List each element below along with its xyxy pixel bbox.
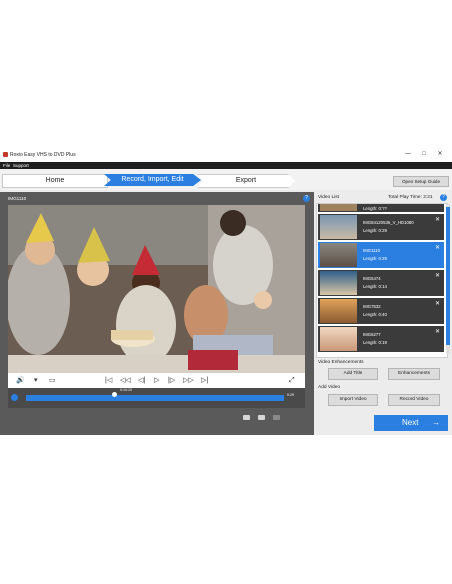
video-length: Length: 0:14 <box>363 284 387 289</box>
current-timecode: 0:10:10 <box>120 388 132 392</box>
player-controls: 🔊 ▾ ▭ |◁ ◁◁ ◁| ▷ |▷ ▷▷ ▷| ⤢ <box>8 373 305 388</box>
arrow-right-icon: → <box>432 418 440 427</box>
step-export[interactable]: Export <box>197 174 295 188</box>
playhead-handle[interactable] <box>112 392 117 397</box>
total-play-time: Total Play Time: 2:21 <box>388 195 433 200</box>
video-thumbnail <box>320 204 357 211</box>
video-frame-image <box>8 205 305 373</box>
volume-icon[interactable]: 🔊 <box>16 376 25 385</box>
next-button[interactable]: Next → <box>374 415 448 431</box>
maximize-button[interactable]: □ <box>420 151 428 158</box>
remove-video-icon[interactable]: ✕ <box>435 272 440 279</box>
remove-video-icon[interactable]: ✕ <box>435 216 440 223</box>
video-preview <box>8 205 305 373</box>
remove-video-icon[interactable]: ✕ <box>435 244 440 251</box>
title-bar: Roxio Easy VHS to DVD Plus — □ ✕ <box>0 147 452 162</box>
video-name: IMG5474 <box>363 276 381 281</box>
video-length: Length: 0:29 <box>363 256 387 261</box>
video-thumbnail <box>320 243 357 267</box>
video-list: Length: 0:?? IMG84120536_V_HD1080 Length… <box>316 203 448 358</box>
video-list-item[interactable]: IMG84120536_V_HD1080 Length: 0:29 ✕ <box>318 214 444 240</box>
menu-bar: File Support <box>0 162 452 169</box>
video-length: Length: 0:40 <box>363 312 387 317</box>
video-length: Length: 0:19 <box>363 340 387 345</box>
next-label: Next <box>402 418 419 427</box>
snapshot-icon[interactable] <box>243 415 250 420</box>
end-time: 0:29 <box>287 393 294 397</box>
remove-video-icon[interactable]: ✕ <box>435 328 440 335</box>
video-list-item[interactable]: IMG1110 Length: 0:29 ✕ <box>318 242 444 268</box>
previous-frame-icon[interactable]: ◁| <box>138 376 145 385</box>
play-icon[interactable]: ▷ <box>154 376 159 385</box>
video-list-item[interactable]: IMG6277 Length: 0:19 ✕ <box>318 326 444 352</box>
video-list-scrollbar[interactable] <box>446 204 450 354</box>
window-title: Roxio Easy VHS to DVD Plus <box>10 152 76 158</box>
close-button[interactable]: ✕ <box>436 151 444 158</box>
app-window: Roxio Easy VHS to DVD Plus — □ ✕ File Su… <box>0 147 452 435</box>
video-list-title: Video List <box>318 195 339 200</box>
timeline: 0:10:10 0:29 <box>8 388 305 408</box>
scrollbar-thumb[interactable] <box>446 207 450 345</box>
timeline-track[interactable] <box>26 395 284 401</box>
go-to-start-icon[interactable]: |◁ <box>105 376 112 385</box>
go-to-end-icon[interactable]: ▷| <box>201 376 208 385</box>
step-record-import-edit[interactable]: Record, Import, Edit <box>104 174 201 186</box>
fullscreen-icon[interactable]: ⤢ <box>289 376 295 385</box>
minimize-button[interactable]: — <box>404 151 412 158</box>
video-name: IMG6277 <box>363 332 381 337</box>
next-frame-icon[interactable]: |▷ <box>168 376 175 385</box>
video-enhancements-title: Video Enhancements <box>318 360 364 365</box>
open-setup-guide-button[interactable]: Open Setup Guide <box>393 176 449 187</box>
video-thumbnail <box>320 215 357 239</box>
workflow-steps: Home Record, Import, Edit Export <box>0 169 452 190</box>
video-name: IMG7532 <box>363 304 381 309</box>
timeline-help-icon[interactable] <box>11 394 18 401</box>
enhancements-button[interactable]: Enhancements <box>388 368 440 380</box>
video-length: Length: 0:?? <box>363 206 387 211</box>
rewind-icon[interactable]: ◁◁ <box>120 376 131 385</box>
video-thumbnail <box>320 327 357 351</box>
camera-icon[interactable] <box>258 415 265 420</box>
remove-video-icon[interactable]: ✕ <box>435 300 440 307</box>
video-name: IMG1110 <box>363 248 381 253</box>
clip-name: IMG1110 <box>8 196 27 201</box>
video-name: IMG84120536_V_HD1080 <box>363 220 414 225</box>
volume-menu-icon[interactable]: ▾ <box>34 376 38 385</box>
video-list-help-icon[interactable]: ? <box>440 194 447 201</box>
video-list-item[interactable]: Length: 0:?? <box>318 204 444 212</box>
video-length: Length: 0:29 <box>363 228 387 233</box>
step-home[interactable]: Home <box>2 174 108 188</box>
video-list-item[interactable]: IMG7532 Length: 0:40 ✕ <box>318 298 444 324</box>
player-help-icon[interactable]: ? <box>303 195 310 202</box>
aspect-ratio-icon[interactable]: ▭ <box>49 376 56 385</box>
video-thumbnail <box>320 299 357 323</box>
video-thumbnail <box>320 271 357 295</box>
record-video-button[interactable]: Record Video <box>388 394 440 406</box>
settings-icon[interactable] <box>273 415 280 420</box>
menu-file[interactable]: File <box>3 163 10 168</box>
menu-support[interactable]: Support <box>13 163 29 168</box>
video-list-item[interactable]: IMG5474 Length: 0:14 ✕ <box>318 270 444 296</box>
fast-forward-icon[interactable]: ▷▷ <box>183 376 194 385</box>
add-video-title: Add Video <box>318 385 341 390</box>
app-logo-icon <box>3 152 8 157</box>
add-title-button[interactable]: Add Title <box>328 368 378 380</box>
import-video-button[interactable]: Import Video <box>328 394 378 406</box>
